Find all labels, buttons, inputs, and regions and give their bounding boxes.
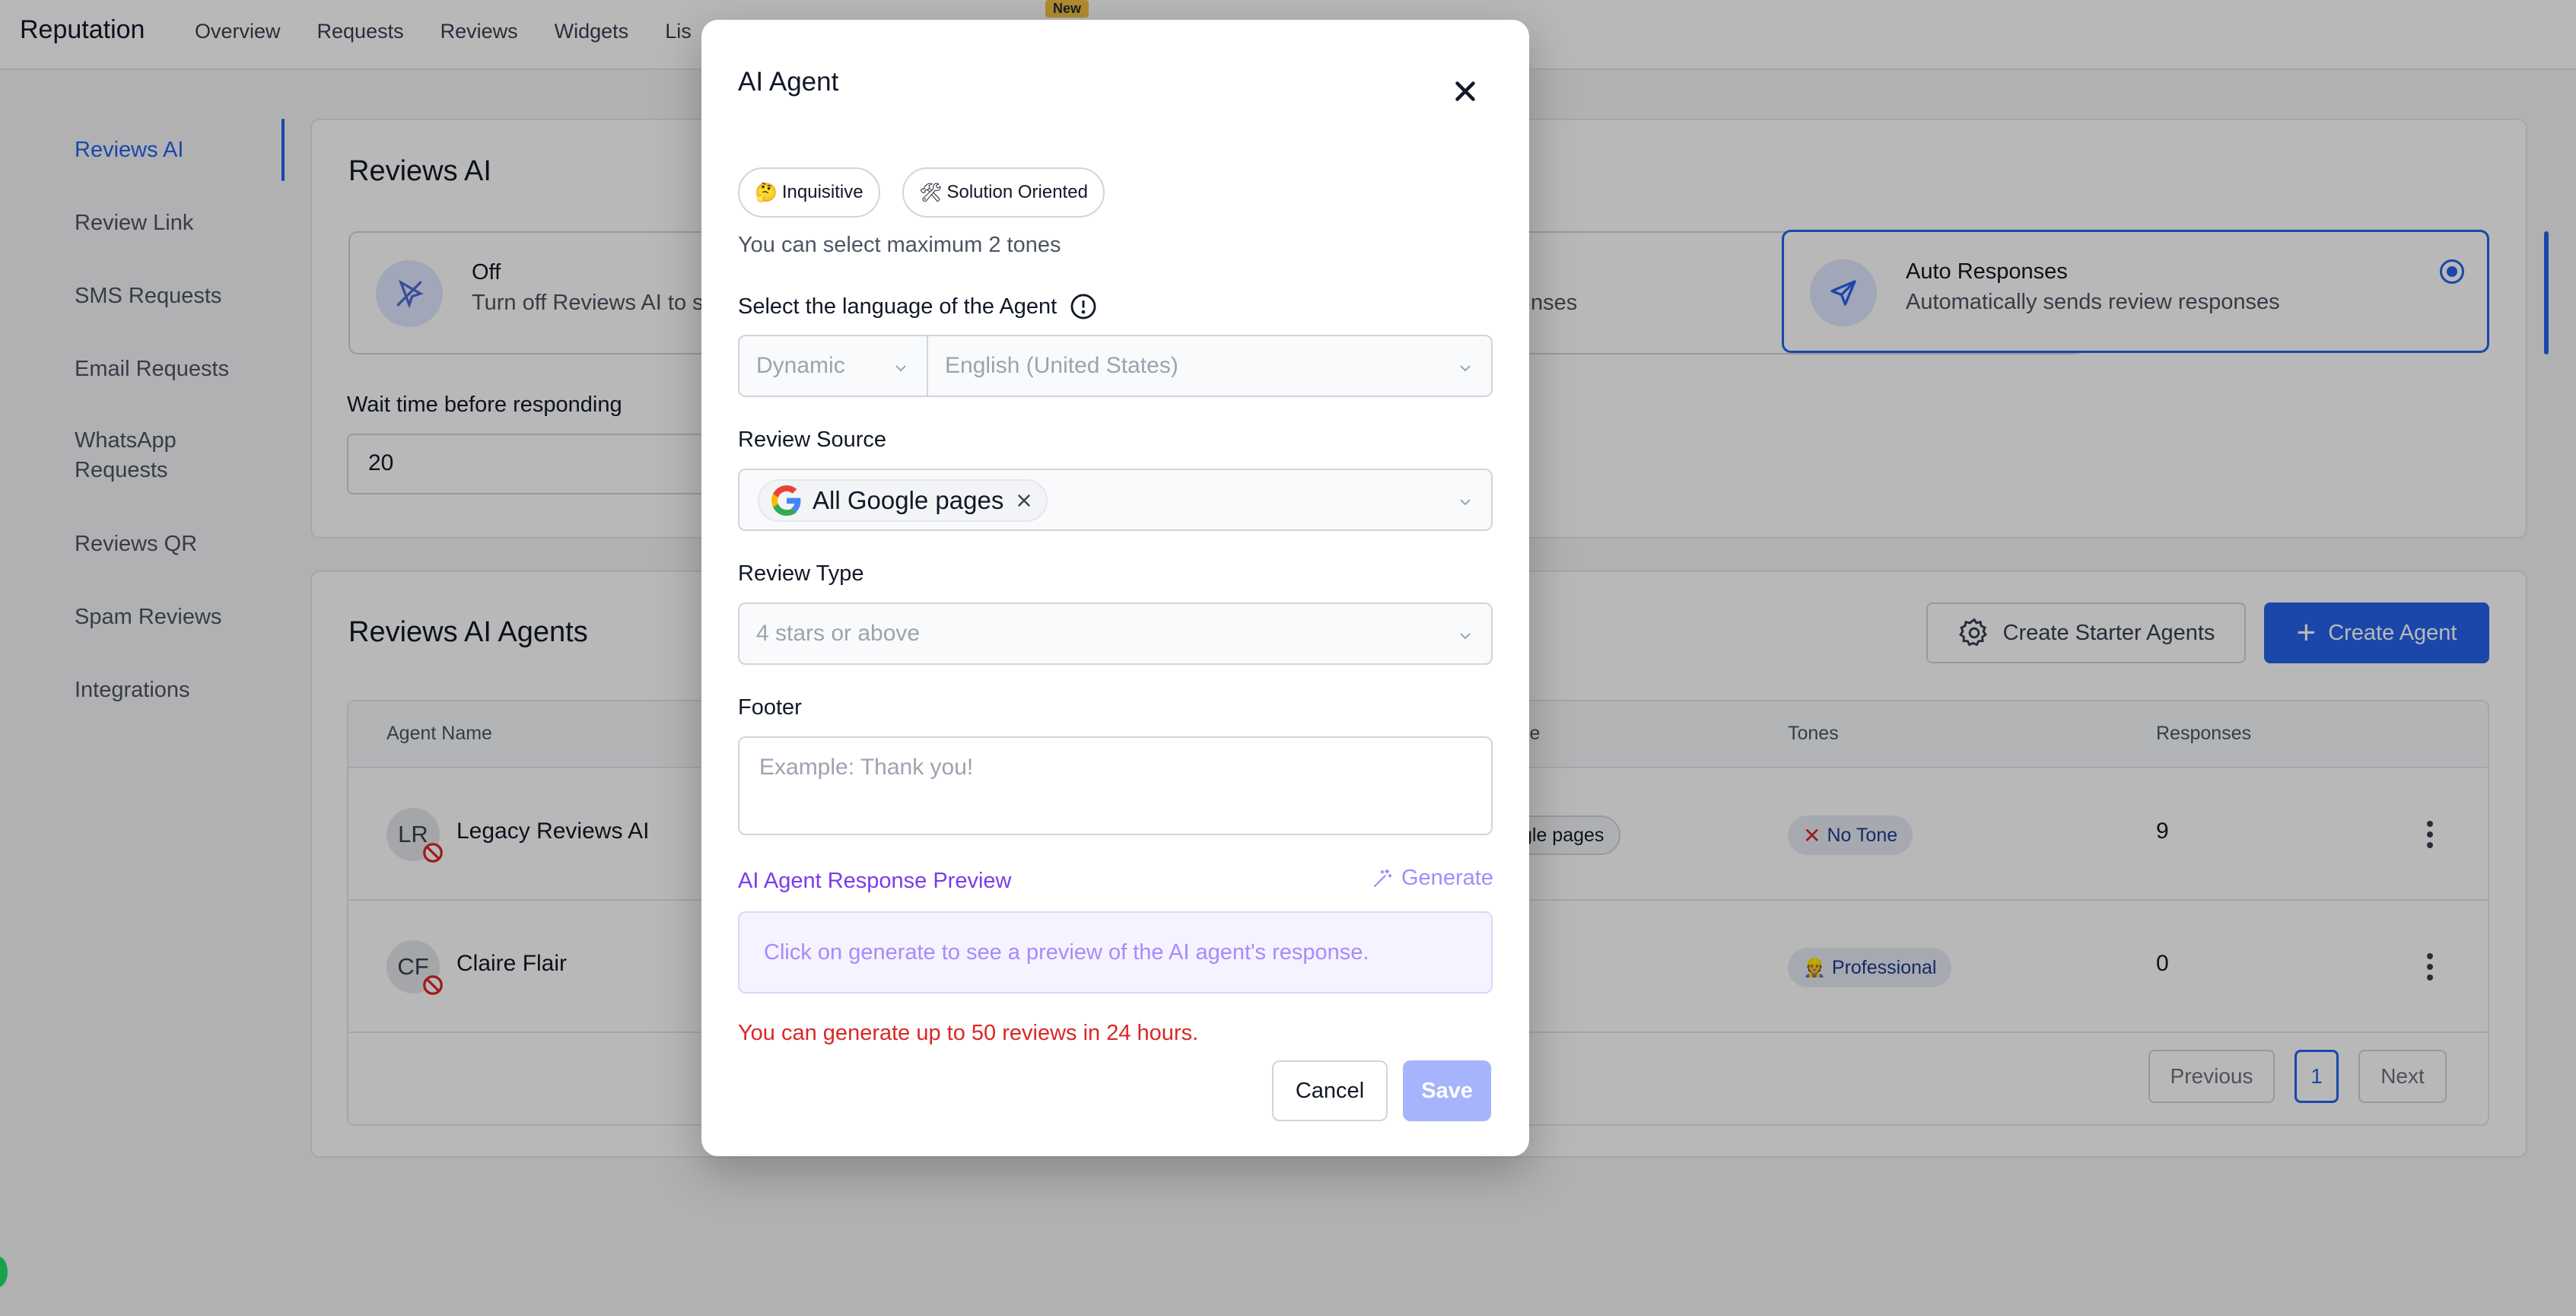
language-value: English (United States) <box>945 353 1178 378</box>
modal-title: AI Agent <box>738 67 839 97</box>
remove-chip-icon[interactable] <box>1014 491 1034 510</box>
magic-wand-icon <box>1373 869 1392 887</box>
generate-button[interactable]: Generate <box>1371 866 1493 891</box>
language-select[interactable]: English (United States) <box>928 336 1491 396</box>
save-button[interactable]: Save <box>1403 1060 1491 1121</box>
footer-textarea[interactable]: Example: Thank you! <box>738 736 1493 835</box>
cancel-button[interactable]: Cancel <box>1272 1060 1388 1121</box>
language-mode-value: Dynamic <box>756 353 845 378</box>
chevron-down-icon <box>1460 633 1471 640</box>
language-label: Select the language of the Agent <box>738 292 1098 321</box>
close-icon[interactable] <box>1447 73 1484 110</box>
ai-agent-modal: AI Agent 🤔 Inquisitive 🛠 Solution Orient… <box>701 20 1529 1156</box>
review-source-label: Review Source <box>738 428 887 452</box>
review-type-value: 4 stars or above <box>756 621 921 646</box>
tone-chip-label: Solution Oriented <box>946 182 1088 202</box>
language-mode-select[interactable]: Dynamic <box>739 336 928 396</box>
chevron-down-icon <box>895 365 906 372</box>
chevron-down-icon <box>1460 365 1471 372</box>
footer-label: Footer <box>738 695 802 720</box>
tools-icon: 🛠 <box>919 182 943 203</box>
source-chip-label: All Google pages <box>813 486 1004 514</box>
tone-hint: You can select maximum 2 tones <box>738 233 1061 257</box>
preview-box: Click on generate to see a preview of th… <box>738 911 1493 993</box>
thinking-face-icon: 🤔 <box>755 182 778 203</box>
review-source-select[interactable]: All Google pages <box>738 469 1493 531</box>
tone-chip-solution-oriented[interactable]: 🛠 Solution Oriented <box>902 167 1105 218</box>
review-type-select[interactable]: 4 stars or above <box>738 602 1493 665</box>
source-chip: All Google pages <box>758 479 1048 522</box>
info-icon[interactable] <box>1069 292 1098 321</box>
language-label-text: Select the language of the Agent <box>738 294 1057 319</box>
tone-chip-label: Inquisitive <box>781 182 863 202</box>
review-type-label: Review Type <box>738 561 864 586</box>
tone-chip-inquisitive[interactable]: 🤔 Inquisitive <box>738 167 880 218</box>
language-select-group: Dynamic English (United States) <box>738 335 1493 397</box>
generate-limit-text: You can generate up to 50 reviews in 24 … <box>738 1021 1199 1045</box>
generate-label: Generate <box>1401 866 1493 890</box>
chevron-down-icon <box>1460 499 1471 506</box>
preview-label: AI Agent Response Preview <box>738 869 1012 893</box>
google-icon <box>771 485 801 516</box>
